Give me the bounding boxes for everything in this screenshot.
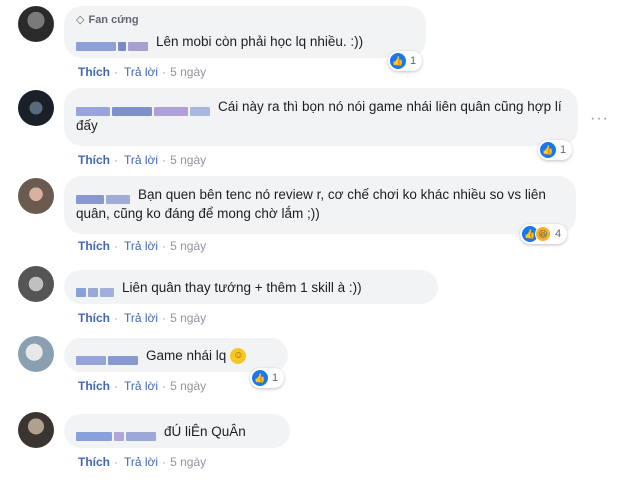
more-options-icon[interactable]: ··· [590, 110, 609, 128]
reaction-summary[interactable]: 👍 1 [250, 368, 285, 388]
reply-link[interactable]: Trả lời [124, 311, 158, 325]
comment-text: đÚ liÊn QuÂn [164, 424, 246, 439]
comment-text: Bạn quen bên tenc nó review r, cơ chế ch… [76, 187, 546, 221]
timestamp[interactable]: 5 ngày [170, 455, 206, 469]
like-link[interactable]: Thích [78, 65, 110, 79]
smile-emoji-icon: ☺ [230, 348, 247, 365]
timestamp[interactable]: 5 ngày [170, 379, 206, 393]
timestamp[interactable]: 5 ngày [170, 311, 206, 325]
comment-actions: Thích · Trả lời · 5 ngày [78, 455, 207, 469]
reply-link[interactable]: Trả lời [124, 455, 158, 469]
comment-actions: Thích · Trả lời · 5 ngày [78, 311, 207, 325]
comment-actions: Thích · Trả lời · 5 ngày [78, 239, 207, 253]
like-link[interactable]: Thích [78, 455, 110, 469]
comment-bubble: đÚ liÊn QuÂn [64, 414, 290, 448]
comment-actions: Thích · Trả lời · 5 ngày [78, 379, 207, 393]
thumbs-up-icon: 👍 [540, 142, 556, 158]
commenter-name-redacted[interactable] [76, 36, 150, 52]
haha-reaction-icon: 😆 [535, 226, 551, 242]
diamond-badge-icon: ◇ [76, 14, 85, 26]
commenter-name-redacted[interactable] [76, 426, 158, 442]
comment-bubble: Cái này ra thì bọn nó nói game nhái liên… [64, 88, 578, 146]
like-link[interactable]: Thích [78, 311, 110, 325]
fan-badge[interactable]: ◇ Fan cứng [76, 11, 414, 30]
comment-bubble: Liên quân thay tướng + thêm 1 skill à :)… [64, 270, 438, 304]
reply-link[interactable]: Trả lời [124, 65, 158, 79]
comment-actions: Thích · Trả lời · 5 ngày [78, 153, 207, 167]
comment-text: Liên quân thay tướng + thêm 1 skill à :)… [122, 280, 362, 295]
commenter-name-redacted[interactable] [76, 101, 212, 117]
thumbs-up-icon: 👍 [252, 370, 268, 386]
thumbs-up-icon: 👍 [390, 53, 406, 69]
comment-bubble: Game nhái lq ☺ [64, 338, 288, 372]
avatar[interactable] [18, 336, 54, 372]
avatar[interactable] [18, 412, 54, 448]
like-link[interactable]: Thích [78, 379, 110, 393]
comment-bubble: Bạn quen bên tenc nó review r, cơ chế ch… [64, 176, 576, 234]
timestamp[interactable]: 5 ngày [170, 153, 206, 167]
timestamp[interactable]: 5 ngày [170, 239, 206, 253]
commenter-name-redacted[interactable] [76, 282, 116, 298]
avatar[interactable] [18, 266, 54, 302]
like-link[interactable]: Thích [78, 153, 110, 167]
avatar[interactable] [18, 6, 54, 42]
reaction-summary[interactable]: 👍 1 [538, 140, 573, 160]
comment-text: Game nhái lq [146, 348, 227, 363]
reply-link[interactable]: Trả lời [124, 153, 158, 167]
like-link[interactable]: Thích [78, 239, 110, 253]
commenter-name-redacted[interactable] [76, 189, 132, 205]
commenter-name-redacted[interactable] [76, 350, 140, 366]
comment-bubble: ◇ Fan cứng Lên mobi còn phải học lq nhiề… [64, 6, 426, 58]
timestamp[interactable]: 5 ngày [170, 65, 206, 79]
comment-text: Lên mobi còn phải học lq nhiều. :)) [156, 34, 364, 49]
reaction-summary[interactable]: 👍 1 [388, 51, 423, 71]
reply-link[interactable]: Trả lời [124, 379, 158, 393]
reaction-summary[interactable]: 👍 😆 4 [520, 224, 568, 244]
avatar[interactable] [18, 90, 54, 126]
comment-actions: Thích · Trả lời · 5 ngày [78, 65, 207, 79]
reply-link[interactable]: Trả lời [124, 239, 158, 253]
avatar[interactable] [18, 178, 54, 214]
